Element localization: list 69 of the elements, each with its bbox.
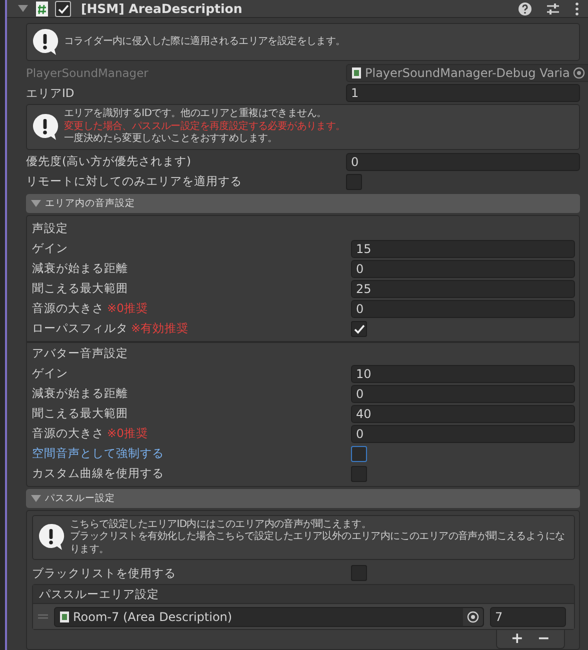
- number-field[interactable]: 40: [351, 404, 575, 422]
- object-name: PlayerSoundManager-Debug Varia: [365, 66, 570, 80]
- field-label: 減衰が始まる距離: [32, 261, 128, 276]
- field-label: ゲイン: [32, 366, 68, 381]
- checkbox[interactable]: [346, 174, 362, 190]
- number-field[interactable]: 1: [346, 84, 580, 102]
- field-label: 空間音声として強制する: [32, 446, 164, 461]
- target-icon[interactable]: [467, 610, 479, 622]
- field-label: ローパスフィルタ: [32, 321, 128, 336]
- list-title: パススルーエリア設定: [39, 586, 159, 602]
- number-field[interactable]: 10: [351, 364, 575, 382]
- foldout-arrow-icon[interactable]: [31, 494, 41, 502]
- field-label: 音源の大きさ: [32, 426, 104, 441]
- field-label: 優先度(高い方が優先されます): [26, 154, 191, 169]
- recommendation-note: ※有効推奨: [131, 321, 189, 336]
- field-label: エリアID: [26, 86, 74, 100]
- help-text: 一度決めたら変更しないことをおすすめします。: [64, 133, 278, 146]
- field-label: リモートに対してのみエリアを適用する: [26, 174, 242, 189]
- recommendation-note: ※0推奨: [107, 301, 148, 316]
- group-title: アバター音声設定: [32, 346, 128, 361]
- number-field[interactable]: 0: [346, 152, 580, 170]
- script-asset-icon: [351, 67, 362, 79]
- help-text: こちらで設定したエリアID内にはこのエリア内の音声が聞こえます。: [70, 518, 372, 530]
- help-text: エリアを識別するIDです。他のエリアと重複はできません。: [64, 108, 328, 120]
- remove-button[interactable]: −: [533, 630, 554, 647]
- checkbox[interactable]: [351, 466, 367, 482]
- add-button[interactable]: +: [506, 630, 528, 647]
- drag-handle-icon[interactable]: [38, 613, 48, 620]
- field-label: 聞こえる最大範囲: [32, 281, 128, 296]
- field-label: ゲイン: [32, 241, 68, 256]
- foldout-arrow-icon[interactable]: [17, 3, 29, 14]
- number-field[interactable]: 25: [351, 280, 575, 298]
- field-label: 音源の大きさ: [32, 301, 104, 316]
- field-label: ブラックリストを使用する: [32, 566, 176, 580]
- number-field[interactable]: 0: [351, 300, 575, 318]
- number-field[interactable]: 7: [490, 606, 566, 626]
- info-icon: [37, 522, 65, 552]
- help-icon[interactable]: [518, 2, 532, 16]
- info-icon: [31, 112, 59, 142]
- checkbox[interactable]: [351, 446, 367, 462]
- group-title: 声設定: [32, 221, 68, 236]
- number-field[interactable]: 0: [351, 424, 575, 442]
- checkbox[interactable]: [351, 320, 367, 336]
- field-label: カスタム曲線を使用する: [32, 466, 164, 481]
- field-label: PlayerSoundManager: [26, 66, 148, 80]
- number-field[interactable]: 0: [351, 260, 575, 278]
- help-text: ブラックリストを有効化した場合こちらで設定したエリア以外のエリア内にこのエリアの音声が聞こえるようになります。: [70, 531, 566, 556]
- foldout-arrow-icon[interactable]: [31, 198, 41, 208]
- info-icon: [31, 27, 59, 57]
- number-field[interactable]: 0: [351, 384, 575, 402]
- number-field[interactable]: 15: [351, 240, 575, 258]
- checkbox[interactable]: [55, 0, 71, 16]
- component-title: [HSM] AreaDescription: [81, 1, 242, 16]
- more-icon[interactable]: [574, 2, 580, 16]
- script-asset-icon: [59, 610, 70, 622]
- check-icon: [353, 322, 365, 334]
- object-name: Room-7 (Area Description): [73, 610, 234, 624]
- presets-icon[interactable]: [546, 2, 560, 16]
- check-icon: [57, 2, 69, 14]
- section-title: パススルー設定: [45, 492, 115, 504]
- warning-text: 変更した場合、パススルー設定を再度設定する必要があります。: [64, 120, 346, 132]
- checkbox[interactable]: [351, 565, 367, 581]
- help-text: コライダー内に侵入した際に適用されるエリアを設定をします。: [64, 36, 346, 48]
- section-title: エリア内の音声設定: [45, 196, 135, 210]
- field-label: 減衰が始まる距離: [32, 386, 128, 401]
- recommendation-note: ※0推奨: [107, 426, 148, 441]
- object-field[interactable]: Room-7 (Area Description): [54, 606, 484, 626]
- field-label: 聞こえる最大範囲: [32, 406, 128, 421]
- script-icon: [35, 0, 49, 16]
